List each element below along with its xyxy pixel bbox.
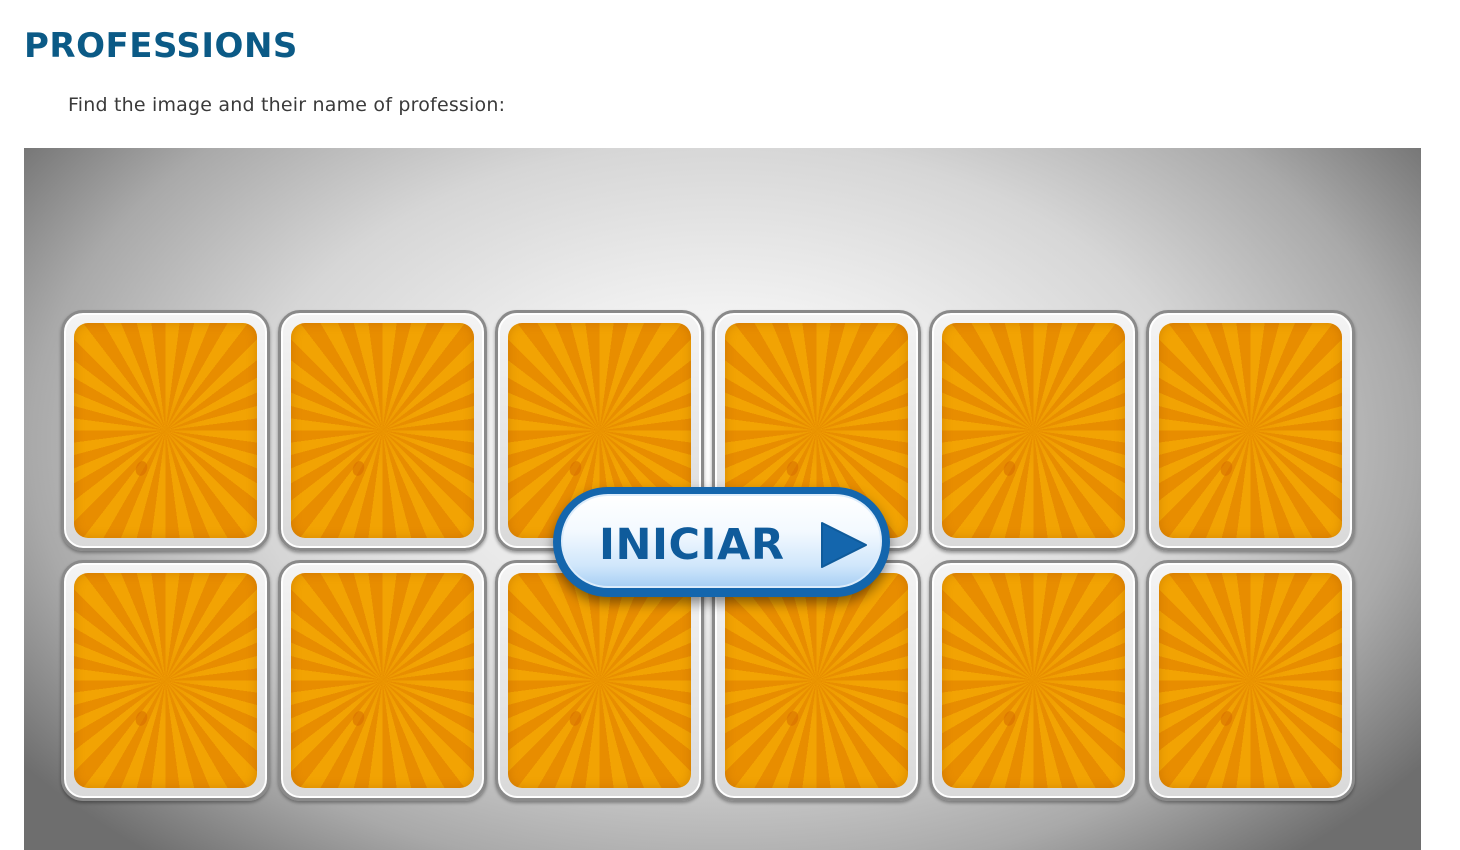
memory-game-frame: INICIAR (24, 148, 1421, 850)
card-back (942, 323, 1125, 538)
card-back (74, 573, 257, 788)
card-back (942, 573, 1125, 788)
memory-card-8[interactable] (278, 560, 487, 801)
card-back (725, 573, 908, 788)
page-title: PROFESSIONS (24, 26, 298, 66)
start-button-label: INICIAR (599, 520, 785, 570)
card-back (1159, 573, 1342, 788)
memory-card-11[interactable] (929, 560, 1138, 801)
page: PROFESSIONS Find the image and their nam… (0, 0, 1460, 850)
card-back (508, 573, 691, 788)
card-back (1159, 323, 1342, 538)
card-back (74, 323, 257, 538)
memory-card-5[interactable] (929, 310, 1138, 551)
memory-card-7[interactable] (61, 560, 270, 801)
memory-card-1[interactable] (61, 310, 270, 551)
card-back (291, 323, 474, 538)
memory-card-6[interactable] (1146, 310, 1355, 551)
start-button-face: INICIAR (561, 494, 882, 588)
start-button[interactable]: INICIAR (553, 487, 890, 597)
memory-card-12[interactable] (1146, 560, 1355, 801)
memory-card-2[interactable] (278, 310, 487, 551)
instructions-text: Find the image and their name of profess… (68, 94, 506, 116)
card-back (291, 573, 474, 788)
play-triangle-icon (821, 522, 867, 568)
